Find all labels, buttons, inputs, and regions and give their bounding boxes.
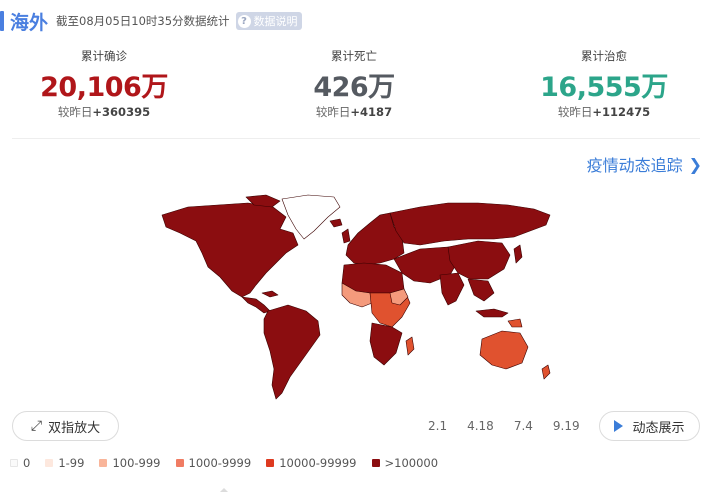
map-japan	[513, 244, 523, 264]
stat-value: 20,106万	[40, 72, 168, 103]
map-indonesia	[475, 308, 509, 318]
stat-change: 较昨日+112475	[557, 105, 651, 119]
stat-deaths: 累计死亡 426万 较昨日+4187	[254, 48, 454, 120]
map-south-america	[263, 304, 321, 400]
legend-label: 1000-9999	[188, 456, 252, 470]
expand-icon: ⤢	[30, 418, 43, 434]
timeline-tick[interactable]: 2.1	[428, 419, 447, 433]
legend-swatch	[371, 459, 380, 467]
legend-label: 10000-99999	[279, 456, 357, 470]
map-russia	[389, 202, 551, 246]
map-madagascar	[405, 336, 415, 356]
map-india	[439, 272, 465, 306]
map-central-america	[241, 296, 271, 314]
world-map[interactable]	[158, 193, 554, 403]
collapse-caret-icon[interactable]	[220, 488, 228, 492]
stat-confirmed: 累计确诊 20,106万 较昨日+360395	[4, 48, 204, 120]
legend-label: 1-99	[58, 456, 85, 470]
map-north-america	[161, 202, 299, 298]
legend-label: >100000	[384, 456, 439, 470]
map-caribbean	[261, 290, 279, 298]
stat-label: 累计死亡	[331, 49, 377, 63]
map-uk	[341, 228, 351, 244]
animate-play-button[interactable]: 动态展示	[599, 411, 700, 441]
timeline-tick[interactable]: 7.4	[514, 419, 533, 433]
legend-swatch	[266, 459, 275, 467]
stat-label: 累计确诊	[81, 49, 127, 63]
animate-play-label: 动态展示	[632, 420, 685, 436]
stat-label: 累计治愈	[581, 49, 627, 63]
stat-value: 16,555万	[540, 72, 668, 103]
map-australia	[479, 330, 529, 370]
timeline-tick[interactable]: 9.19	[553, 419, 580, 433]
stat-value: 426万	[313, 72, 395, 103]
map-southeast-asia	[467, 278, 495, 302]
stat-change: 较昨日+4187	[315, 105, 393, 119]
stat-recovered: 累计治愈 16,555万 较昨日+112475	[504, 48, 704, 120]
map-legend: 0 1-99 100-999 1000-9999 10000-99999 >10…	[10, 456, 453, 470]
stats-panel: 累计确诊 20,106万 较昨日+360395 累计死亡 426万 较昨日+41…	[0, 48, 712, 128]
map-southern-africa	[369, 322, 403, 366]
pinch-zoom-label: 双指放大	[48, 420, 101, 436]
chevron-right-icon: ❯	[688, 154, 702, 174]
page-header: 海外 截至08月05日10时35分数据统计 ? 数据说明	[0, 8, 302, 34]
map-new-zealand	[541, 364, 551, 380]
legend-swatch	[10, 459, 18, 467]
legend-item: 10000-99999	[266, 456, 357, 470]
track-link[interactable]: 疫情动态追踪 ❯	[587, 152, 702, 176]
map-iceland	[329, 218, 343, 228]
legend-item: 0	[10, 456, 30, 470]
legend-swatch	[175, 459, 184, 467]
pinch-zoom-button[interactable]: ⤢ 双指放大	[12, 411, 119, 441]
page-title: 海外	[10, 11, 49, 34]
legend-item: 1000-9999	[175, 456, 252, 470]
title-accent-bar	[0, 11, 4, 31]
update-time: 截至08月05日10时35分数据统计	[56, 14, 230, 28]
play-icon	[614, 420, 624, 432]
legend-item: 1-99	[45, 456, 84, 470]
legend-item: 100-999	[99, 456, 161, 470]
track-link-label: 疫情动态追踪	[586, 156, 683, 175]
timeline-tick[interactable]: 4.18	[467, 419, 494, 433]
legend-label: 0	[23, 456, 31, 470]
map-png	[507, 318, 523, 328]
question-icon: ?	[237, 14, 251, 28]
legend-swatch	[45, 459, 54, 467]
stat-change: 较昨日+360395	[57, 105, 151, 119]
data-help-button[interactable]: ? 数据说明	[235, 12, 302, 30]
data-help-label: 数据说明	[253, 15, 298, 28]
legend-swatch	[99, 459, 108, 467]
divider	[12, 138, 700, 139]
legend-item: >100000	[371, 456, 439, 470]
legend-label: 100-999	[112, 456, 161, 470]
